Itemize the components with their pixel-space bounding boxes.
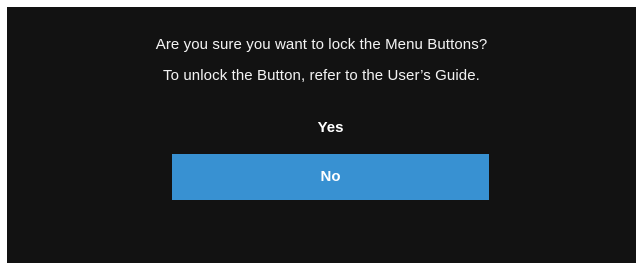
- no-button-label: No: [320, 168, 341, 185]
- confirmation-message-line-1: Are you sure you want to lock the Menu B…: [155, 36, 488, 53]
- yes-button-label: Yes: [317, 119, 344, 136]
- lock-menu-dialog: Are you sure you want to lock the Menu B…: [7, 7, 636, 263]
- no-button[interactable]: No: [172, 154, 489, 200]
- confirmation-message-line-2: To unlock the Button, refer to the User’…: [163, 67, 480, 84]
- yes-button[interactable]: Yes: [172, 105, 489, 151]
